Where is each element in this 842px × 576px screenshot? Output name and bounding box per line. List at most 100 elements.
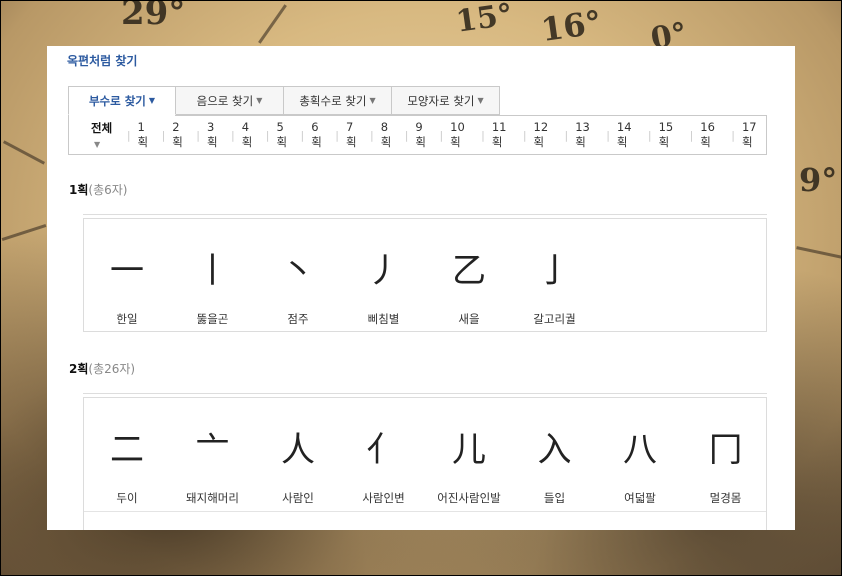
char-name: 한일: [116, 312, 138, 326]
tab-label: 부수로 찾기: [88, 93, 146, 108]
char-glyph: 冂: [708, 430, 743, 470]
caret-down-icon: ▼: [477, 96, 484, 105]
stroke-separator: |: [196, 128, 201, 142]
stroke-filter-item[interactable]: 7획: [346, 120, 363, 150]
char-cell[interactable]: 亠 돼지해머리: [170, 428, 256, 506]
char-cell[interactable]: 入 들입: [512, 428, 598, 506]
stroke-filter-item[interactable]: 1획: [138, 120, 155, 150]
char-glyph: 亠: [195, 430, 230, 470]
stroke-filter-label: 전체: [91, 121, 113, 135]
bg-degree-text: 15°: [453, 0, 515, 40]
char-glyph: 亅: [537, 251, 572, 291]
section-stroke: 1획: [69, 183, 89, 197]
stroke-filter-item[interactable]: 13획: [575, 120, 599, 150]
stroke-separator: |: [404, 128, 409, 142]
stroke-filter-item[interactable]: 3획: [207, 120, 224, 150]
bg-degree-text: 9°: [799, 161, 838, 199]
char-cell[interactable]: 丶 점주: [255, 249, 341, 327]
char-name: 사람인변: [362, 491, 405, 505]
stroke-filter-item[interactable]: 5획: [276, 120, 293, 150]
char-glyph: 丿: [366, 251, 401, 291]
char-cell[interactable]: 亻 사람인변: [341, 428, 427, 506]
stroke-filter-item[interactable]: 10획: [450, 120, 474, 150]
stroke-filter-bar: 전체 ▼ | 1획 | 2획 | 3획 | 4획 | 5획 | 6획 | 7획 | 8획 | 9획 | 10획 | 11획 |…: [68, 115, 767, 155]
divider: [83, 393, 767, 394]
stroke-filter-item[interactable]: 9획: [415, 120, 432, 150]
char-cell[interactable]: 乙 새을: [426, 249, 512, 327]
char-glyph: 二: [110, 430, 144, 470]
stroke-filter-item[interactable]: 16획: [700, 120, 724, 150]
char-cell[interactable]: 一 한일: [84, 249, 170, 327]
stroke-separator: |: [369, 128, 374, 142]
char-cell[interactable]: 冂 멀경몸: [683, 428, 769, 506]
char-grid: 一 한일 丨 뚫을곤 丶 점주 丿 삐침별 乙 새을 亅 갈고리궐: [83, 218, 767, 332]
caret-down-icon: ▼: [369, 96, 376, 105]
tab-label: 총획수로 찾기: [299, 93, 367, 108]
stroke-separator: |: [439, 128, 444, 142]
bg-degree-text: 29°: [121, 0, 186, 33]
stroke-separator: |: [161, 128, 166, 142]
section-header: 2획(총26자): [69, 360, 135, 377]
char-glyph: 亻: [366, 430, 401, 470]
char-name: 뚫을곤: [196, 312, 229, 326]
caret-down-icon: ▼: [94, 140, 101, 149]
char-cell[interactable]: 亅 갈고리궐: [512, 249, 598, 327]
tab-label: 음으로 찾기: [196, 93, 254, 108]
stroke-filter-item[interactable]: 14획: [617, 120, 641, 150]
char-glyph: 丶: [281, 251, 315, 291]
tab-radical[interactable]: 부수로 찾기 ▼: [68, 86, 176, 115]
stroke-separator: |: [265, 128, 270, 142]
stroke-filter-item[interactable]: 11획: [492, 120, 516, 150]
char-cell[interactable]: 二 두이: [84, 428, 170, 506]
page-title: 옥편처럼 찾기: [67, 54, 138, 68]
section-header: 1획(총6자): [69, 181, 127, 198]
section-count: (총6자): [88, 183, 128, 197]
caret-down-icon: ▼: [256, 96, 263, 105]
divider: [83, 214, 767, 215]
char-cell[interactable]: 八 여덟팔: [597, 428, 683, 506]
stroke-filter-item[interactable]: 8획: [381, 120, 398, 150]
stroke-separator: |: [300, 128, 305, 142]
char-name: 돼지해머리: [186, 491, 239, 505]
tab-shape[interactable]: 모양자로 찾기 ▼: [392, 86, 500, 115]
tab-sound[interactable]: 음으로 찾기 ▼: [176, 86, 284, 115]
char-glyph: 人: [281, 430, 315, 470]
row-divider: [84, 511, 766, 512]
char-cell[interactable]: 儿 어진사람인발: [426, 428, 512, 506]
stroke-filter-item[interactable]: 4획: [242, 120, 259, 150]
char-glyph: 一: [110, 251, 144, 291]
bg-degree-text: 16°: [538, 2, 604, 50]
char-name: 두이: [116, 491, 138, 505]
tab-total-strokes[interactable]: 총획수로 찾기 ▼: [284, 86, 392, 115]
section-stroke: 2획: [69, 362, 89, 376]
char-name: 사람인: [282, 491, 314, 505]
stroke-filter-item[interactable]: 6획: [311, 120, 328, 150]
stroke-filter-item[interactable]: 12획: [534, 120, 558, 150]
stroke-separator: |: [335, 128, 339, 142]
char-cell[interactable]: 丨 뚫을곤: [170, 249, 256, 327]
char-name: 새을: [458, 312, 480, 326]
char-name: 갈고리궐: [533, 312, 576, 326]
stroke-separator: |: [481, 128, 485, 142]
stroke-filter-item[interactable]: 17획: [742, 120, 766, 150]
char-name: 점주: [287, 312, 309, 326]
stroke-separator: |: [126, 128, 131, 142]
bg-line: [258, 4, 287, 44]
char-glyph: 八: [623, 430, 657, 470]
stroke-separator: |: [689, 128, 694, 142]
char-name: 어진사람인발: [437, 491, 501, 505]
char-glyph: 入: [537, 430, 572, 470]
bg-line: [2, 140, 46, 165]
stroke-separator: |: [731, 128, 735, 142]
search-tabs: 부수로 찾기 ▼ 음으로 찾기 ▼ 총획수로 찾기 ▼ 모양자로 찾기 ▼: [68, 86, 500, 116]
char-glyph: 乙: [452, 251, 486, 291]
stroke-filter-item[interactable]: 2획: [172, 120, 189, 150]
char-cell[interactable]: 人 사람인: [255, 428, 341, 506]
stroke-separator: |: [231, 128, 235, 142]
char-cell[interactable]: 丿 삐침별: [341, 249, 427, 327]
bg-line: [1, 223, 47, 242]
stroke-filter-all[interactable]: 전체 ▼: [91, 120, 120, 150]
stroke-filter-item[interactable]: 15획: [659, 120, 683, 150]
caret-down-icon: ▼: [148, 96, 156, 105]
char-name: 삐침별: [367, 312, 400, 326]
